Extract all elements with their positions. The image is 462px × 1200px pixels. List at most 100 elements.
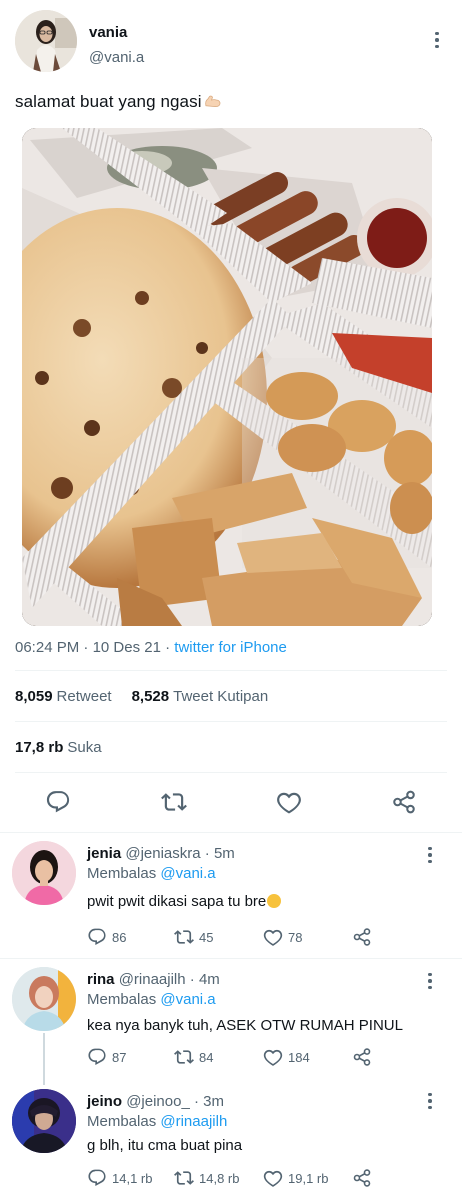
retweet-icon[interactable] [174,1168,194,1188]
retweet-icon[interactable] [174,1047,194,1067]
tweet-client[interactable]: twitter for iPhone [174,639,287,656]
reply-age: · 5m [204,845,235,862]
author-name[interactable]: vania [89,24,127,41]
share-icon[interactable] [352,1168,372,1188]
reply-item[interactable]: jeino @jeinoo_ · 3m Membalas @rinaajilh … [0,1085,462,1200]
meta-separator-2: · [165,639,171,656]
quote-label: Tweet Kutipan [173,688,269,705]
retweet-action[interactable]: 45 [174,927,213,947]
divider [15,670,447,671]
more-icon[interactable] [420,1091,440,1111]
reply-icon[interactable] [87,1047,107,1067]
reply-header: rina @rinaajilh · 4m [87,971,220,988]
like-icon[interactable] [263,1168,283,1188]
replying-to: Membalas @vani.a [87,865,216,882]
reply-avatar[interactable] [12,1089,76,1153]
replying-to: Membalas @rinaajilh [87,1113,227,1130]
flexed-biceps-emoji [204,95,221,108]
tweet-date[interactable]: 10 Des 21 [93,639,161,656]
reply-avatar[interactable] [12,967,76,1031]
reply-age: · 4m [189,971,220,988]
replying-to: Membalas @vani.a [87,991,216,1008]
reply-action[interactable]: 14,1 rb [87,1168,152,1188]
meta-separator: · [83,639,89,656]
quote-count: 8,528 [131,688,170,705]
like-icon[interactable] [263,927,283,947]
reply-age: · 3m [193,1093,224,1110]
like-count: 184 [288,1049,310,1065]
share-icon[interactable] [390,788,418,816]
reply-action[interactable]: 87 [87,1047,126,1067]
like-icon[interactable] [263,1047,283,1067]
share-action[interactable] [352,1047,372,1067]
reply-count: 14,1 rb [112,1170,153,1186]
tweet-header: vania @vani.a [15,10,447,74]
mention-link[interactable]: @vani.a [160,865,215,882]
like-count: 17,8 rb [15,739,64,756]
like-count: 19,1 rb [288,1170,329,1186]
reply-action[interactable]: 86 [87,927,126,947]
share-action[interactable] [352,927,372,947]
like-action[interactable]: 19,1 rb [263,1168,328,1188]
like-action[interactable]: 78 [263,927,302,947]
mention-link[interactable]: @rinaajilh [160,1113,227,1130]
reply-item[interactable]: jenia @jeniaskra · 5m Membalas @vani.a p… [0,833,462,959]
more-icon[interactable] [420,971,440,991]
reply-count: 86 [112,929,127,945]
tweet-meta: 06:24 PM · 10 Des 21 · twitter for iPhon… [15,639,287,656]
reply-handle[interactable]: @jeinoo_ [126,1093,190,1110]
share-icon[interactable] [352,1047,372,1067]
retweet-icon[interactable] [160,788,188,816]
share-action[interactable] [352,1168,372,1188]
retweet-count: 45 [199,929,214,945]
share-icon[interactable] [352,927,372,947]
replying-label: Membalas [87,991,157,1008]
retweet-count: 14,8 rb [199,1170,240,1186]
retweet-action[interactable]: 14,8 rb [174,1168,239,1188]
likes-stat[interactable]: 17,8 rb Suka [15,739,102,756]
author-avatar[interactable] [15,10,77,72]
reply-icon[interactable] [87,1168,107,1188]
retweet-count: 8,059 [15,688,53,705]
like-action[interactable]: 184 [263,1047,310,1067]
reply-text: pwit pwit dikasi sapa tu bre [87,893,282,910]
reply-body: pwit pwit dikasi sapa tu bre [87,893,267,910]
like-label: Suka [67,739,102,756]
reply-count: 87 [112,1049,127,1065]
retweets-stat[interactable]: 8,059 Retweet [15,688,112,705]
divider [15,721,447,722]
reply-handle[interactable]: @jeniaskra [125,845,200,862]
reply-icon[interactable] [44,788,72,816]
author-handle[interactable]: @vani.a [89,49,144,66]
reply-name[interactable]: jenia [87,845,121,862]
more-icon[interactable] [427,30,447,50]
retweet-action[interactable]: 84 [174,1047,213,1067]
mention-link[interactable]: @vani.a [160,991,215,1008]
tweet-text: salamat buat yang ngasi [15,92,221,112]
reply-handle[interactable]: @rinaajilh [119,971,186,988]
replying-label: Membalas [87,1113,157,1130]
divider [15,772,447,773]
reply-name[interactable]: rina [87,971,115,988]
reply-name[interactable]: jeino [87,1093,122,1110]
reply-item[interactable]: rina @rinaajilh · 4m Membalas @vani.a ke… [0,959,462,1085]
tweet-time: 06:24 PM [15,639,80,656]
reply-icon[interactable] [87,927,107,947]
like-count: 78 [288,929,303,945]
more-icon[interactable] [420,845,440,865]
replying-label: Membalas [87,865,157,882]
tweet-stats: 8,059 Retweet 8,528 Tweet Kutipan [15,688,268,705]
reply-text: g blh, itu cma buat pina [87,1137,243,1154]
retweet-label: Retweet [56,688,112,705]
reply-header: jeino @jeinoo_ · 3m [87,1093,224,1110]
retweet-icon[interactable] [174,927,194,947]
tweet-photo[interactable] [22,128,432,626]
reply-text: kea nya banyk tuh, ASEK OTW RUMAH PINUL [87,1017,403,1034]
quotes-stat[interactable]: 8,528 Tweet Kutipan [132,688,269,705]
retweet-count: 84 [199,1049,214,1065]
face-emoji [267,894,282,908]
tweet-body: salamat buat yang ngasi [15,92,202,111]
reply-header: jenia @jeniaskra · 5m [87,845,235,862]
reply-avatar[interactable] [12,841,76,905]
like-icon[interactable] [275,788,303,816]
